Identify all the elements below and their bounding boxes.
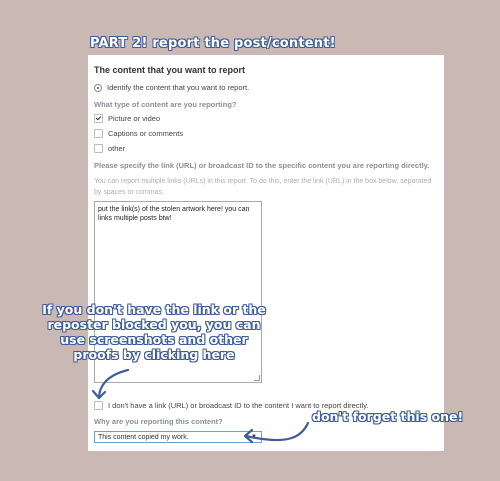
- annotation-reason-tip: don't forget this one!: [312, 409, 464, 424]
- reason-select-value: This content copied my work.: [98, 434, 189, 441]
- chevron-down-icon: ▼: [251, 434, 257, 440]
- identify-content-radio[interactable]: Identify the content that you want to re…: [94, 83, 249, 92]
- resize-grip-icon[interactable]: [254, 375, 260, 381]
- checkbox-label: Picture or video: [108, 114, 161, 123]
- link-helper-text: You can report multiple links (URLs) in …: [94, 178, 432, 196]
- content-type-question: What type of content are you reporting?: [94, 100, 237, 109]
- checkbox-icon: [94, 401, 103, 410]
- checkbox-label: Captions or comments: [108, 129, 184, 138]
- link-question: Please specify the link (URL) or broadca…: [94, 161, 430, 170]
- radio-selected-icon: [94, 83, 102, 92]
- checkbox-icon: [94, 144, 103, 153]
- report-form: The content that you want to report Iden…: [88, 55, 444, 451]
- section-heading: The content that you want to report: [94, 65, 245, 75]
- checkbox-picture-or-video[interactable]: Picture or video: [94, 114, 160, 123]
- identify-content-label: Identify the content that you want to re…: [107, 83, 250, 92]
- link-textarea-value: put the link(s) of the stolen artwork he…: [98, 206, 250, 222]
- reason-question: Why are you reporting this content?: [94, 417, 223, 426]
- checkbox-icon: [94, 129, 103, 138]
- part-title: PART 2! report the post/content!: [90, 36, 336, 51]
- annotation-no-link-tip: If you don't have the link or the repost…: [42, 302, 266, 362]
- reason-select[interactable]: This content copied my work. ▼: [94, 431, 262, 443]
- checkbox-checked-icon: [94, 114, 103, 123]
- checkbox-label: other: [108, 144, 126, 153]
- checkbox-captions-or-comments[interactable]: Captions or comments: [94, 129, 183, 138]
- checkbox-other[interactable]: other: [94, 144, 125, 153]
